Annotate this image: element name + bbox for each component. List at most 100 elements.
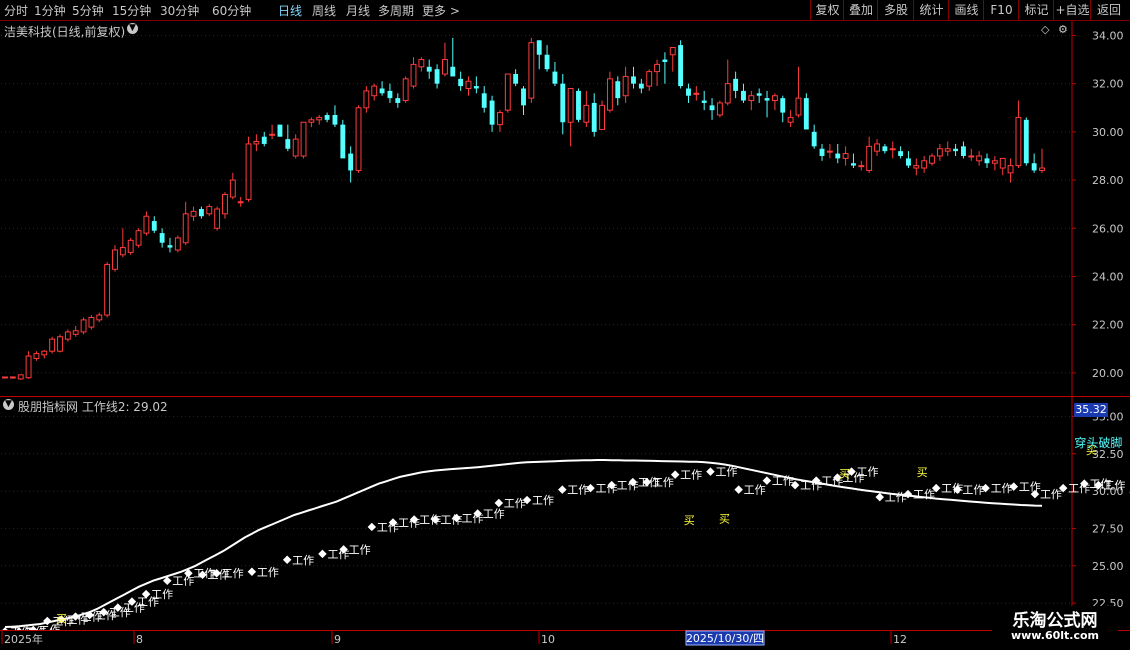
chevron-down-icon[interactable]: ▼ [127,23,138,34]
work-label: 工作 [222,567,244,580]
toolbar-button-1[interactable]: 叠加 [843,0,878,20]
main-title: 洁美科技(日线,前复权) [4,25,126,39]
toolbar-button-6[interactable]: 标记 [1018,0,1054,20]
period-tab-3[interactable]: 15分钟 [112,2,151,19]
candle-body [135,230,142,246]
candle-body [638,83,644,89]
work-label: 工作 [292,554,314,567]
work-marker [318,549,327,559]
y-tick-label: 28.00 [1092,174,1124,187]
work-label: 工作 [172,575,194,588]
candle-body [261,136,267,144]
candle-body [465,80,472,89]
candle-body [771,95,778,102]
candle-body [434,69,440,84]
gear-icon[interactable]: ⚙ [1058,23,1068,36]
diamond-icon[interactable]: ◇ [1041,23,1049,36]
candle-body [253,141,260,145]
work-line [4,459,1043,628]
candle-body [858,165,865,168]
toolbar-button-7[interactable]: +自选 [1053,0,1091,20]
candle-body [182,213,189,244]
period-tab-0[interactable]: 分时 [4,2,28,19]
toolbar-button-4[interactable]: 画线 [948,0,984,20]
candle-body [968,155,975,158]
candle-body [622,75,629,97]
period-tab-5[interactable]: 60分钟 [212,2,251,19]
buy-label: 买 [917,466,928,479]
toolbar-button-2[interactable]: 多股 [877,0,914,20]
y-tick-label: 30.00 [1092,126,1124,139]
period-tab-4[interactable]: 30分钟 [160,2,199,19]
candle-body [513,74,519,84]
candle-body [906,158,911,166]
candle-body [741,90,746,101]
candle-body [17,374,24,380]
candle-body [340,124,346,159]
watermark-title: 乐淘公式网 [1012,611,1098,631]
candle-body [104,263,111,316]
candle-body [245,143,252,200]
candle-body [1007,165,1014,174]
work-marker [875,492,884,502]
candle-body [496,112,503,126]
candle-body [631,76,636,84]
work-marker [247,567,257,576]
work-label: 工作 [962,484,984,497]
work-label: 工作 [1019,481,1041,494]
candle-body [716,102,723,116]
candle-body [654,63,660,73]
candle-body [33,353,40,359]
toolbar-button-0[interactable]: 复权 [810,0,844,20]
period-tab-6[interactable]: 日线 [278,2,302,19]
candle-body [442,59,448,75]
price-chart[interactable]: 34.00 32.00 30.00 28.00 26.00 24.00 22.00 20.00 [0,21,1130,397]
candle-body [693,92,700,95]
candle-body [591,102,597,132]
candle-body [961,146,966,156]
candle-body [701,100,707,103]
period-tab-10[interactable]: 更多 > [422,2,460,19]
period-tab-7[interactable]: 周线 [312,2,336,19]
candle-body [521,88,526,106]
candle-body [787,116,794,123]
candle-body [662,59,668,62]
work-marker [706,467,715,476]
period-tab-1[interactable]: 1分钟 [34,2,66,19]
y-tick-label: 32.00 [1092,78,1124,91]
y-tick-label: 27.50 [1092,522,1124,535]
candle-body [174,237,181,251]
candle-body [151,221,157,231]
candle-body [866,145,873,171]
work-label: 工作 [857,466,879,479]
cursor-date-label: 2025/10/30/四 [686,632,764,645]
candle-body [57,336,63,352]
chevron-down-icon[interactable]: ▼ [3,399,14,410]
candle-body [410,63,417,87]
candle-body [324,115,330,120]
work-label: 工作 [744,484,766,497]
toolbar-button-3[interactable]: 统计 [913,0,949,20]
period-tab-2[interactable]: 5分钟 [72,2,104,19]
candle-body [560,83,566,123]
candle-body [819,148,825,156]
candle-body [41,350,48,356]
toolbar-button-8[interactable]: 返回 [1090,0,1127,20]
candle-body [835,153,841,159]
period-tab-9[interactable]: 多周期 [378,2,414,19]
candle-body [371,85,378,97]
candle-body [450,66,456,77]
x-axis: 2025年 8 9 10 12 2025/10/30/四 [0,630,1130,646]
candle-body [921,160,928,169]
candle-body [72,330,79,335]
buy-label: 买 [719,512,730,525]
candle-body [936,148,943,157]
toolbar-button-5[interactable]: F10 [983,0,1019,20]
candle-body [292,138,299,157]
work-marker [558,485,567,494]
period-tab-8[interactable]: 月线 [346,2,370,19]
candle-body [646,71,653,87]
indicator-chart[interactable]: 35.0032.5030.0027.5025.0022.50工作工作工作工作工作… [0,397,1130,630]
candle-body [112,249,118,270]
candle-body [1015,116,1022,167]
